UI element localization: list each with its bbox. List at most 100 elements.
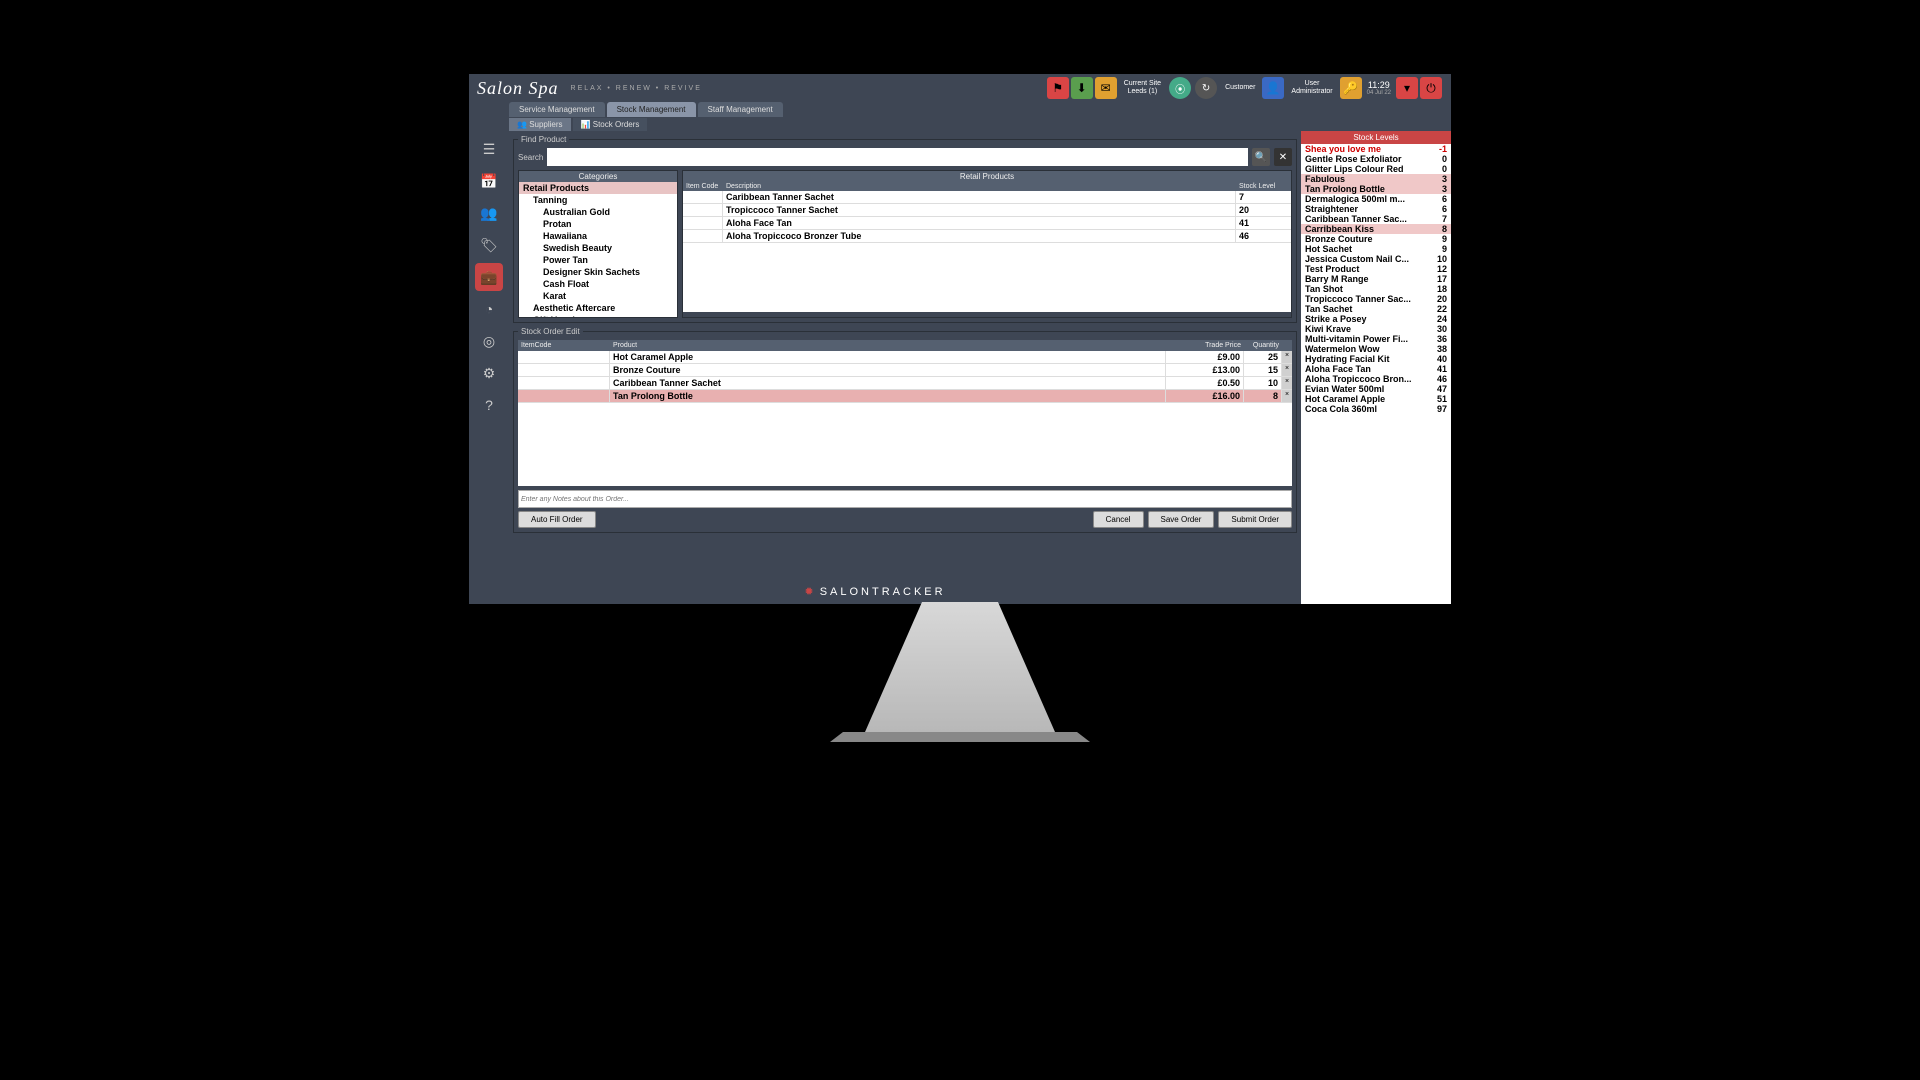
list-item[interactable]: Hot Caramel Apple51 xyxy=(1301,394,1451,404)
category-item[interactable]: Karat xyxy=(519,290,677,302)
category-item[interactable]: Swedish Beauty xyxy=(519,242,677,254)
list-item[interactable]: Aloha Tropiccoco Bron...46 xyxy=(1301,374,1451,384)
list-item[interactable]: Tan Prolong Bottle3 xyxy=(1301,184,1451,194)
list-item[interactable]: Carribbean Kiss8 xyxy=(1301,224,1451,234)
search-label: Search xyxy=(518,153,543,162)
list-item[interactable]: Jessica Custom Nail C...10 xyxy=(1301,254,1451,264)
table-row[interactable]: Caribbean Tanner Sachet£0.5010× xyxy=(518,377,1292,390)
category-item[interactable]: Cash Float xyxy=(519,278,677,290)
category-item[interactable]: Protan xyxy=(519,218,677,230)
customer-icon[interactable]: 👤 xyxy=(1262,77,1284,99)
customer-label: Customer xyxy=(1219,84,1261,92)
list-item[interactable]: Hydrating Facial Kit40 xyxy=(1301,354,1451,364)
list-item[interactable]: Watermelon Wow38 xyxy=(1301,344,1451,354)
list-item[interactable]: Dermalogica 500ml m...6 xyxy=(1301,194,1451,204)
star-icon: ✹ xyxy=(804,586,813,598)
footer-brand: ✹ SALONTRACKER xyxy=(469,585,1281,598)
cancel-button[interactable]: Cancel xyxy=(1093,511,1144,528)
category-tanning[interactable]: Tanning xyxy=(519,194,677,206)
list-item[interactable]: Gentle Rose Exfoliator0 xyxy=(1301,154,1451,164)
list-item[interactable]: Test Product12 xyxy=(1301,264,1451,274)
header-bar: Salon Spa RELAX • RENEW • REVIVE ⚑ ⬇ ✉ C… xyxy=(469,74,1451,102)
order-notes-input[interactable] xyxy=(518,490,1292,508)
power-icon[interactable]: ⏻ xyxy=(1420,77,1442,99)
categories-tree[interactable]: Retail Products Tanning Australian GoldP… xyxy=(519,182,677,317)
list-item[interactable]: Coca Cola 360ml97 xyxy=(1301,404,1451,414)
current-user[interactable]: User Administrator xyxy=(1285,80,1338,97)
list-item[interactable]: Tan Shot18 xyxy=(1301,284,1451,294)
key-icon[interactable]: 🔑 xyxy=(1340,77,1362,99)
search-icon[interactable]: 🔍 xyxy=(1252,148,1270,166)
alert-icon[interactable]: ⚑ xyxy=(1047,77,1069,99)
auto-fill-order-button[interactable]: Auto Fill Order xyxy=(518,511,596,528)
reports-icon[interactable]: ◔ xyxy=(475,295,503,323)
tab-service-management[interactable]: Service Management xyxy=(509,102,605,117)
list-item[interactable]: Glitter Lips Colour Red0 xyxy=(1301,164,1451,174)
list-item[interactable]: Fabulous3 xyxy=(1301,174,1451,184)
tab-staff-management[interactable]: Staff Management xyxy=(698,102,783,117)
category-item[interactable]: Hawaiiana xyxy=(519,230,677,242)
monitor-stand xyxy=(830,602,1090,742)
sync-icon[interactable]: ↻ xyxy=(1195,77,1217,99)
menu-icon[interactable]: ☰ xyxy=(475,135,503,163)
table-row[interactable]: Tan Prolong Bottle£16.008× xyxy=(518,390,1292,403)
subtab-suppliers[interactable]: 👥 Suppliers xyxy=(509,118,571,131)
message-icon[interactable]: ✉ xyxy=(1095,77,1117,99)
search-input[interactable] xyxy=(547,148,1248,166)
list-item[interactable]: Multi-vitamin Power Fi...36 xyxy=(1301,334,1451,344)
table-row[interactable]: Bronze Couture£13.0015× xyxy=(518,364,1292,377)
clients-icon[interactable]: 👥 xyxy=(475,199,503,227)
submit-order-button[interactable]: Submit Order xyxy=(1218,511,1292,528)
stock-levels-list[interactable]: Shea you love me-1Gentle Rose Exfoliator… xyxy=(1301,144,1451,604)
app-window: Salon Spa RELAX • RENEW • REVIVE ⚑ ⬇ ✉ C… xyxy=(469,74,1451,604)
target-icon[interactable]: ◎ xyxy=(475,327,503,355)
wifi-icon: ⦿ xyxy=(1169,77,1191,99)
clock: 11:29 04 Jul 22 xyxy=(1363,80,1395,96)
list-item[interactable]: Tan Sachet22 xyxy=(1301,304,1451,314)
list-item[interactable]: Aloha Face Tan41 xyxy=(1301,364,1451,374)
category-item[interactable]: Designer Skin Sachets xyxy=(519,266,677,278)
list-item[interactable]: Evian Water 500ml47 xyxy=(1301,384,1451,394)
category-item[interactable]: Australian Gold xyxy=(519,206,677,218)
table-row[interactable]: Tropiccoco Tanner Sachet20 xyxy=(683,204,1291,217)
retail-table-body[interactable]: Caribbean Tanner Sachet7Tropiccoco Tanne… xyxy=(683,191,1291,312)
category-item[interactable]: Aesthetic Aftercare xyxy=(519,302,677,314)
stock-levels-panel: Stock Levels Shea you love me-1Gentle Ro… xyxy=(1301,131,1451,604)
main-tabs: Service Management Stock Management Staf… xyxy=(469,102,1451,117)
save-order-button[interactable]: Save Order xyxy=(1148,511,1215,528)
table-row[interactable]: Aloha Face Tan41 xyxy=(683,217,1291,230)
list-item[interactable]: Kiwi Krave30 xyxy=(1301,324,1451,334)
help-icon[interactable]: ? xyxy=(475,391,503,419)
category-item[interactable]: Power Tan xyxy=(519,254,677,266)
list-item[interactable]: Straightener6 xyxy=(1301,204,1451,214)
retail-products-panel: Retail Products Item Code Description St… xyxy=(682,170,1292,318)
find-product-panel: Find Product Search 🔍 ✕ Categories Retai… xyxy=(513,135,1297,323)
download-icon[interactable]: ⬇ xyxy=(1071,77,1093,99)
clear-search-icon[interactable]: ✕ xyxy=(1274,148,1292,166)
current-site[interactable]: Current Site Leeds (1) xyxy=(1118,80,1167,97)
dropdown-icon[interactable]: ▾ xyxy=(1396,77,1418,99)
subtab-stock-orders[interactable]: 📊 Stock Orders xyxy=(573,118,648,131)
category-root[interactable]: Retail Products xyxy=(519,182,677,194)
retail-table-header: Item Code Description Stock Level xyxy=(683,182,1291,191)
order-table-body[interactable]: Hot Caramel Apple£9.0025×Bronze Couture£… xyxy=(518,351,1292,486)
list-item[interactable]: Caribbean Tanner Sac...7 xyxy=(1301,214,1451,224)
tag-icon[interactable]: 🏷 xyxy=(475,231,503,259)
main-content: Find Product Search 🔍 ✕ Categories Retai… xyxy=(509,131,1301,604)
list-item[interactable]: Bronze Couture9 xyxy=(1301,234,1451,244)
table-row[interactable]: Caribbean Tanner Sachet7 xyxy=(683,191,1291,204)
table-row[interactable]: Hot Caramel Apple£9.0025× xyxy=(518,351,1292,364)
list-item[interactable]: Hot Sachet9 xyxy=(1301,244,1451,254)
settings-icon[interactable]: ⚙ xyxy=(475,359,503,387)
calendar-icon[interactable]: 📅 xyxy=(475,167,503,195)
category-item[interactable]: Gift Vouchers xyxy=(519,314,677,317)
table-row[interactable]: Aloha Tropiccoco Bronzer Tube46 xyxy=(683,230,1291,243)
list-item[interactable]: Shea you love me-1 xyxy=(1301,144,1451,154)
categories-panel: Categories Retail Products Tanning Austr… xyxy=(518,170,678,318)
tab-stock-management[interactable]: Stock Management xyxy=(607,102,696,117)
stock-icon[interactable]: 💼 xyxy=(475,263,503,291)
list-item[interactable]: Tropiccoco Tanner Sac...20 xyxy=(1301,294,1451,304)
list-item[interactable]: Strike a Posey24 xyxy=(1301,314,1451,324)
list-item[interactable]: Barry M Range17 xyxy=(1301,274,1451,284)
brand-logo: Salon Spa xyxy=(477,78,559,99)
